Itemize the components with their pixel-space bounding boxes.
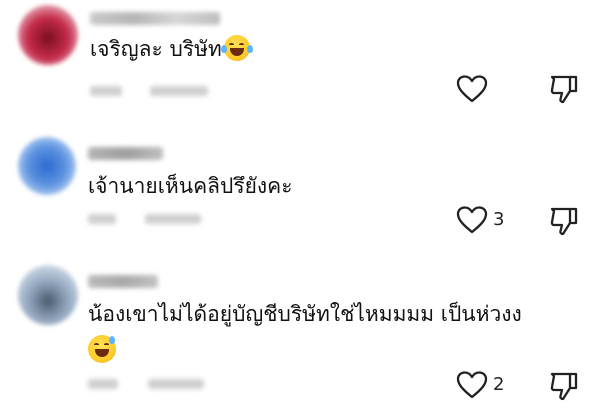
- avatar[interactable]: [18, 137, 76, 195]
- heart-icon: [456, 75, 488, 103]
- comment-body: น้องเขาไม่ได้อยู่บัญชีบริษัทใช่ไหมมมม เป…: [88, 302, 522, 326]
- like-button[interactable]: [456, 370, 490, 400]
- thumbs-down-icon: [550, 372, 578, 401]
- heart-icon: [456, 371, 488, 399]
- comment-1: เจริญละ บริษัท: [0, 0, 600, 120]
- reply-link[interactable]: [148, 379, 204, 389]
- comment-text: เจริญละ บริษัท: [90, 34, 253, 64]
- like-button[interactable]: [456, 74, 490, 104]
- comment-emoji-line: [88, 335, 116, 363]
- comment-text: เจ้านายเห็นคลิปรึยังคะ: [88, 171, 293, 201]
- comment-2: เจ้านายเห็นคลิปรึยังคะ 3: [0, 125, 600, 250]
- thumbs-down-icon: [550, 75, 578, 104]
- like-button[interactable]: [456, 205, 490, 235]
- sweat-smile-emoji-icon: [88, 335, 116, 363]
- like-count: 3: [493, 209, 505, 230]
- timestamp: [88, 379, 118, 389]
- avatar[interactable]: [18, 5, 78, 65]
- username[interactable]: [88, 275, 158, 288]
- username[interactable]: [90, 12, 220, 25]
- reply-link[interactable]: [150, 86, 208, 96]
- avatar[interactable]: [18, 265, 78, 325]
- dislike-button[interactable]: [549, 73, 579, 105]
- comment-body: เจริญละ บริษัท: [90, 37, 222, 61]
- dislike-button[interactable]: [549, 370, 579, 402]
- thumbs-down-icon: [550, 207, 578, 236]
- reply-link[interactable]: [145, 214, 201, 224]
- dislike-button[interactable]: [549, 205, 579, 237]
- tears-of-joy-emoji-icon: [220, 35, 253, 61]
- heart-icon: [456, 206, 488, 234]
- username[interactable]: [88, 147, 163, 160]
- comment-body: เจ้านายเห็นคลิปรึยังคะ: [88, 174, 293, 198]
- timestamp: [90, 86, 122, 96]
- comment-3: น้องเขาไม่ได้อยู่บัญชีบริษัทใช่ไหมมมม เป…: [0, 255, 600, 415]
- like-count: 2: [493, 374, 505, 395]
- comment-text: น้องเขาไม่ได้อยู่บัญชีบริษัทใช่ไหมมมม เป…: [88, 299, 522, 329]
- timestamp: [88, 214, 116, 224]
